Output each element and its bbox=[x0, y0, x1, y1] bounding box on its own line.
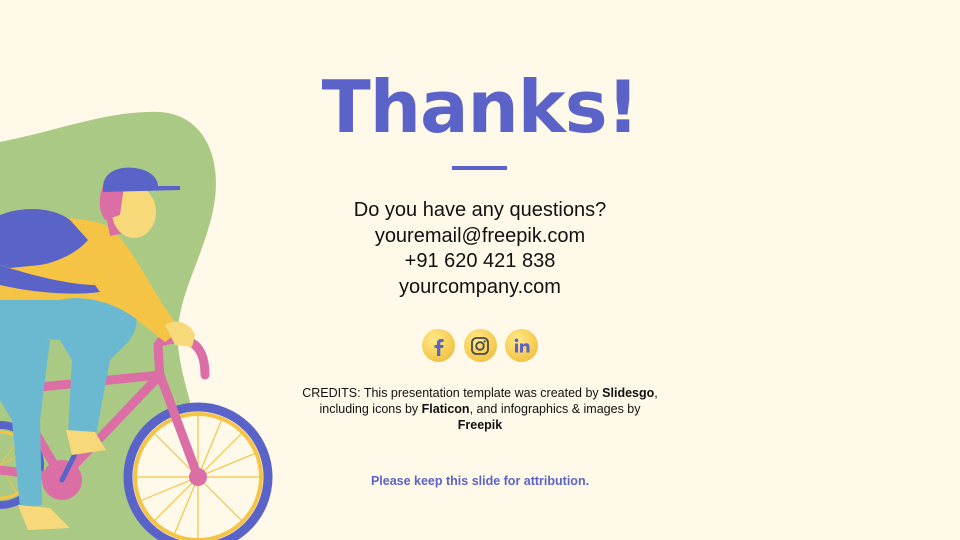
credits-text-part: CREDITS: This presentation template was … bbox=[302, 386, 603, 400]
title-divider bbox=[452, 166, 507, 170]
credits-text: CREDITS: This presentation template was … bbox=[300, 385, 660, 433]
slidesgo-link[interactable]: Slidesgo bbox=[602, 386, 654, 400]
facebook-button[interactable] bbox=[422, 329, 455, 362]
attribution-note: Please keep this slide for attribution. bbox=[370, 474, 590, 488]
linkedin-icon bbox=[514, 338, 529, 352]
phone-text[interactable]: +91 620 421 838 bbox=[300, 249, 660, 275]
facebook-icon bbox=[434, 338, 444, 356]
freepik-link[interactable]: Freepik bbox=[458, 418, 502, 432]
website-text[interactable]: yourcompany.com bbox=[300, 275, 660, 301]
email-text[interactable]: youremail@freepik.com bbox=[300, 224, 660, 250]
credits-text-part: , and infographics & images by bbox=[469, 402, 641, 416]
slide-title: Thanks! bbox=[321, 65, 640, 149]
question-text: Do you have any questions? bbox=[353, 199, 607, 221]
flaticon-link[interactable]: Flaticon bbox=[422, 402, 470, 416]
instagram-icon bbox=[471, 336, 489, 355]
linkedin-button[interactable] bbox=[505, 329, 538, 362]
social-icons bbox=[422, 329, 538, 363]
instagram-button[interactable] bbox=[463, 329, 497, 362]
cyclist-illustration bbox=[0, 111, 273, 540]
contact-info: Do you have any questions? youremail@fre… bbox=[300, 198, 660, 300]
